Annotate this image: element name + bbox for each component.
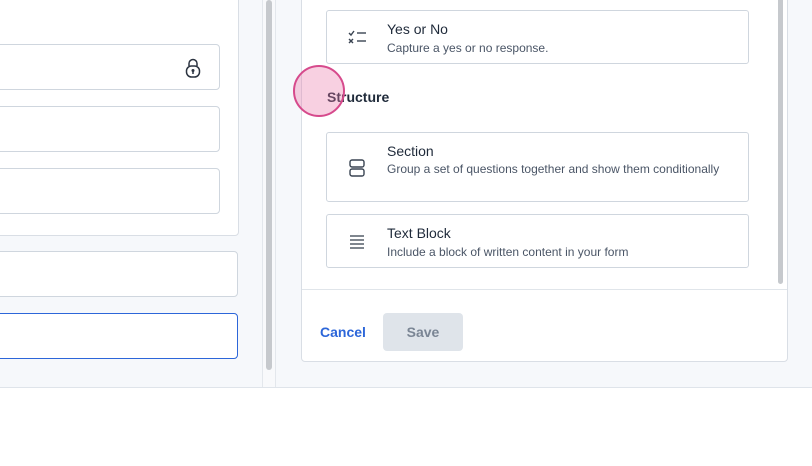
- cancel-button[interactable]: Cancel: [320, 324, 366, 340]
- panel-scrollbar-thumb[interactable]: [778, 0, 783, 284]
- option-text-block[interactable]: Text Block Include a block of written co…: [326, 214, 749, 268]
- section-icon: [349, 159, 365, 177]
- option-description: Include a block of written content in yo…: [387, 245, 629, 259]
- checklist-icon: [348, 30, 366, 44]
- option-yes-or-no[interactable]: Yes or No Capture a yes or no response.: [326, 10, 749, 64]
- option-description: Group a set of questions together and sh…: [387, 162, 720, 176]
- field-type-panel: Yes or No Capture a yes or no response. …: [301, 0, 788, 362]
- cursor-indicator: [293, 65, 345, 117]
- lock-icon: [185, 58, 201, 78]
- option-description: Capture a yes or no response.: [387, 41, 549, 55]
- app-background: Yes or No Capture a yes or no response. …: [0, 0, 812, 388]
- form-field[interactable]: [0, 106, 220, 152]
- option-title: Text Block: [387, 225, 451, 241]
- panel-footer: [302, 289, 787, 361]
- focused-field[interactable]: [0, 313, 238, 359]
- text-block-icon: [350, 235, 364, 249]
- option-title: Section: [387, 143, 434, 159]
- save-button[interactable]: Save: [383, 313, 463, 351]
- locked-field[interactable]: [0, 44, 220, 90]
- form-field[interactable]: [0, 168, 220, 214]
- option-section[interactable]: Section Group a set of questions togethe…: [326, 132, 749, 202]
- left-scrollbar-thumb[interactable]: [266, 0, 272, 370]
- option-title: Yes or No: [387, 21, 448, 37]
- form-field[interactable]: [0, 251, 238, 297]
